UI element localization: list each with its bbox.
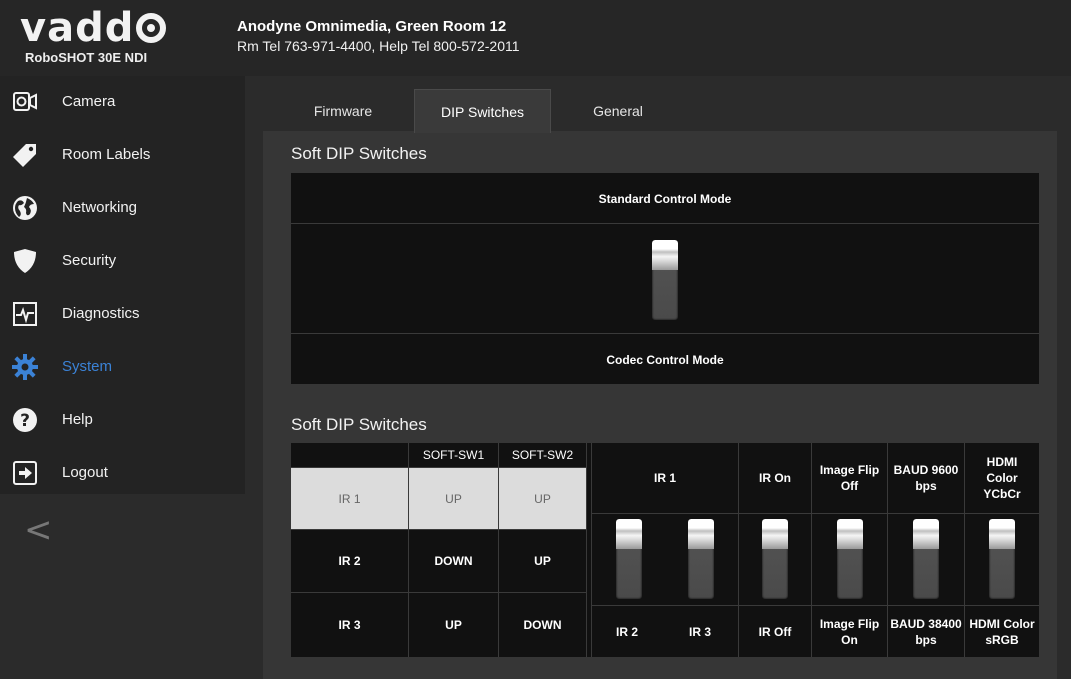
logout-icon [12,460,38,486]
section-title: Soft DIP Switches [291,415,427,434]
baud-9600-label: BAUD 9600 bps [893,463,959,493]
top-header: vadd RoboSHOT 30E NDI Anodyne Omnimedia,… [0,0,1071,76]
hdmi-ycbcr-label: HDMI Color YCbCr [983,455,1021,501]
pulse-icon [12,301,38,327]
table-row-ir1-sw2[interactable]: UP [499,468,587,530]
device-model: RoboSHOT 30E NDI [25,50,148,65]
sidebar-item-label: Security [62,252,117,269]
sidebar-item-label: Diagnostics [62,305,140,322]
table-header-blank [291,443,409,468]
ir3-label: IR 3 [688,625,711,639]
sidebar-item-camera[interactable]: Camera [0,76,245,129]
ir-on-off-dip-switch[interactable] [762,519,788,599]
table-row-ir3-name[interactable]: IR 3 [291,593,409,657]
table-row-ir3-sw1[interactable]: UP [409,593,499,657]
globe-icon [12,195,38,221]
baud-rate-switch-column: BAUD 9600 bps BAUD 38400 bps [887,443,964,657]
camera-icon [12,89,38,115]
ir-mode-table: SOFT-SW1 SOFT-SW2 IR 1 UP UP IR 2 DOWN U… [291,443,587,657]
ir-soft-sw2-dip-switch[interactable] [688,519,714,599]
sidebar-item-label: System [62,358,113,375]
ir-power-switch-column: IR On IR Off [738,443,811,657]
sidebar-item-networking[interactable]: Networking [0,182,245,235]
image-flip-dip-switch[interactable] [837,519,863,599]
room-location: Anodyne Omnimedia, Green Room 12 [237,18,507,35]
sidebar-item-label: Networking [62,199,138,216]
table-header-soft-sw2: SOFT-SW2 [499,443,587,468]
collapse-sidebar-button[interactable]: < [24,510,53,550]
standard-control-mode-label: Standard Control Mode [598,192,732,206]
sidebar-item-label: Camera [62,93,116,110]
codec-control-mode-label: Codec Control Mode [606,353,724,367]
sidebar-item-label: Help [62,411,93,428]
image-flip-off-label: Image Flip Off [819,463,880,493]
table-row-ir1-name[interactable]: IR 1 [291,468,409,530]
image-flip-switch-column: Image Flip Off Image Flip On [811,443,887,657]
sidebar-item-label: Logout [62,464,108,481]
ir-off-label: IR Off [758,625,792,639]
ir-soft-sw1-dip-switch[interactable] [616,519,642,599]
hdmi-color-dip-switch[interactable] [989,519,1015,599]
ir2-label: IR 2 [615,625,638,639]
sidebar-item-help[interactable]: ? Help [0,394,245,447]
help-icon: ? [12,407,38,433]
tag-icon [12,142,38,168]
tab-general[interactable]: General [568,89,668,132]
sidebar-item-logout[interactable]: Logout [0,447,245,500]
control-mode-dip-switch[interactable] [652,240,678,320]
hdmi-color-switch-column: HDMI Color YCbCr HDMI Color sRGB [964,443,1039,657]
sidebar-nav: Camera Room Labels Networking Security D… [0,76,245,494]
logo-o-mark [136,13,167,43]
soft-dip-switch-grid: SOFT-SW1 SOFT-SW2 IR 1 UP UP IR 2 DOWN U… [291,443,1039,657]
table-row-ir2-sw1[interactable]: DOWN [409,530,499,593]
sidebar-item-system[interactable]: System [0,341,245,394]
ir1-label: IR 1 [653,471,676,485]
table-header-soft-sw1: SOFT-SW1 [409,443,499,468]
hdmi-srgb-label: HDMI Color sRGB [969,617,1035,647]
table-row-ir3-sw2[interactable]: DOWN [499,593,587,657]
ir-on-label: IR On [759,471,791,485]
table-row-ir1-sw1[interactable]: UP [409,468,499,530]
table-row-ir2-name[interactable]: IR 2 [291,530,409,593]
divider [291,333,1039,334]
tab-dip-switches[interactable]: DIP Switches [414,89,551,133]
sidebar-item-security[interactable]: Security [0,235,245,288]
sidebar-item-diagnostics[interactable]: Diagnostics [0,288,245,341]
svg-text:?: ? [20,411,30,431]
gear-icon [12,354,38,380]
vaddio-logo: vadd [20,4,167,52]
sidebar-item-room-labels[interactable]: Room Labels [0,129,245,182]
baud-rate-dip-switch[interactable] [913,519,939,599]
control-mode-switch-box: Standard Control Mode Codec Control Mode [291,173,1039,384]
ir-mode-switch-group: IR 1 IR 2 IR 3 [591,443,738,657]
image-flip-on-label: Image Flip On [819,617,880,647]
sidebar-item-label: Room Labels [62,146,151,163]
tab-firmware[interactable]: Firmware [293,89,393,132]
divider [291,223,1039,224]
section-title: Soft DIP Switches [291,144,427,163]
baud-38400-label: BAUD 38400 bps [890,617,962,647]
table-row-ir2-sw2[interactable]: UP [499,530,587,593]
room-phone-numbers: Rm Tel 763-971-4400, Help Tel 800-572-20… [237,38,520,54]
shield-icon [12,248,38,274]
